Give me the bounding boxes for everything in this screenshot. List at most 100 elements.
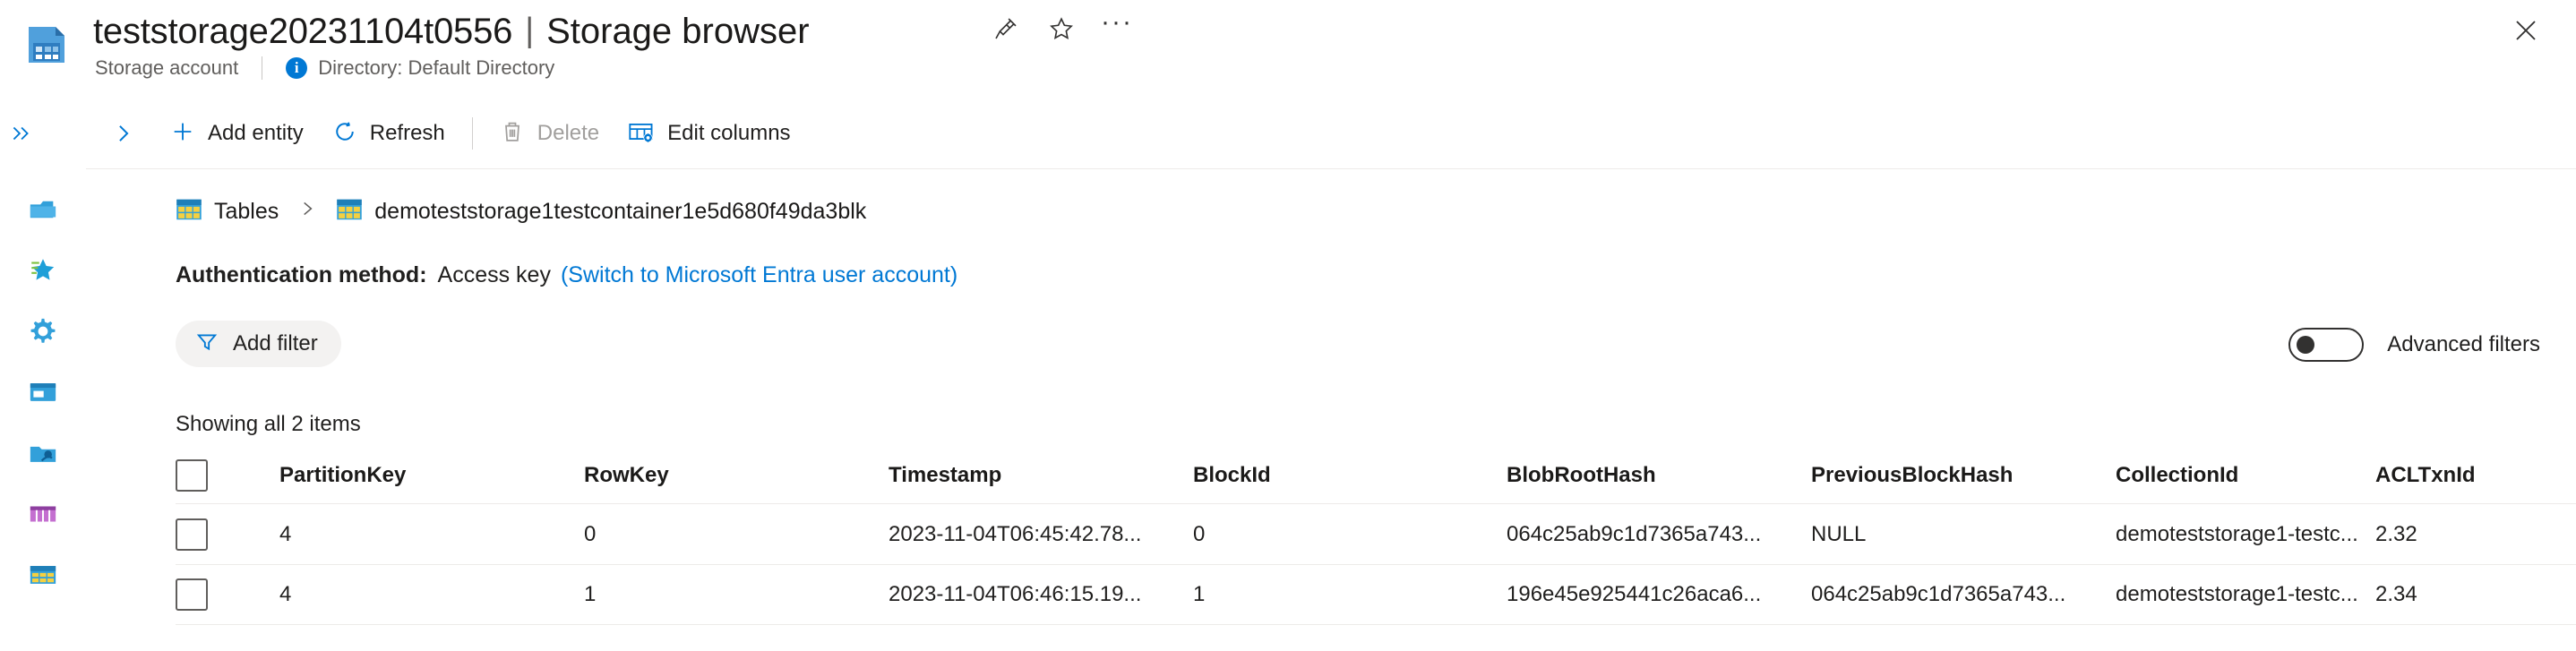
advanced-filters-toggle[interactable] [2288,328,2364,362]
breadcrumb: Tables demoteststorage1testco [176,195,866,227]
page-title-resource: teststorage20231104t0556 [93,12,512,52]
cell-collectionid: demoteststorage1-testc... [2116,582,2375,607]
column-header-collectionid[interactable]: CollectionId [2116,463,2375,488]
tables-icon [176,198,202,226]
add-entity-button[interactable]: Add entity [156,108,318,158]
favorites-star-icon [28,255,58,286]
select-all-cell [176,459,279,492]
cell-rowkey: 1 [584,582,889,607]
table-header-row: PartitionKey RowKey Timestamp BlockId Bl… [176,448,2576,503]
advanced-filters-control: Advanced filters [2288,328,2540,362]
more-options-button[interactable]: ··· [1101,13,1133,45]
rail-item-tables[interactable] [0,544,86,605]
left-rail [0,93,86,651]
delete-button[interactable]: Delete [485,108,614,158]
entities-table: PartitionKey RowKey Timestamp BlockId Bl… [176,448,2576,625]
cell-timestamp: 2023-11-04T06:46:15.19... [889,582,1193,607]
column-header-acltxnid[interactable]: ACLTxnId [2375,463,2537,488]
overview-icon [28,194,58,225]
page-title-separator: | [525,12,534,50]
delete-label: Delete [537,121,599,146]
breadcrumb-tables-label: Tables [214,199,279,225]
column-header-rowkey[interactable]: RowKey [584,463,889,488]
add-entity-label: Add entity [208,121,304,146]
cell-blockid: 1 [1193,582,1507,607]
trash-icon [500,119,525,149]
cell-acltxnid: 2.34 [2375,582,2537,607]
cell-acltxnid: 2.32 [2375,522,2537,547]
toggle-knob [2297,336,2314,354]
info-icon: i [286,57,307,79]
chevron-double-right-icon[interactable] [9,122,32,150]
title-actions: ··· [990,13,1133,45]
breadcrumb-item-tables[interactable]: Tables [176,198,279,226]
column-header-timestamp[interactable]: Timestamp [889,463,1193,488]
column-header-partitionkey[interactable]: PartitionKey [279,463,584,488]
settings-gear-icon [28,316,58,347]
cell-previousblockhash: NULL [1811,522,2116,547]
select-all-checkbox[interactable] [176,459,208,492]
authentication-method-label: Authentication method: [176,262,427,288]
column-header-blobroothash[interactable]: BlobRootHash [1507,463,1811,488]
results-count: Showing all 2 items [176,412,361,437]
table-row[interactable]: 4 1 2023-11-04T06:46:15.19... 1 196e45e9… [176,564,2576,625]
add-filter-label: Add filter [233,331,318,356]
page-title-blade: Storage browser [546,12,809,52]
column-header-blockid[interactable]: BlockId [1193,463,1507,488]
column-header-previousblockhash[interactable]: PreviousBlockHash [1811,463,2116,488]
table-row[interactable]: 4 0 2023-11-04T06:45:42.78... 0 064c25ab… [176,503,2576,564]
rail-icon-list [0,179,86,605]
cell-previousblockhash: 064c25ab9c1d7365a743... [1811,582,2116,607]
row-select-cell [176,518,279,551]
cell-partitionkey: 4 [279,522,584,547]
subtitle-row: Storage account i Directory: Default Dir… [95,56,554,81]
pin-icon[interactable] [990,13,1022,45]
blob-containers-icon [28,377,58,407]
toolbar-bottom-rule [86,168,2576,169]
cell-timestamp: 2023-11-04T06:45:42.78... [889,522,1193,547]
storage-browser-page: teststorage20231104t0556 | Storage brows… [0,0,2576,651]
page-title: teststorage20231104t0556 | Storage brows… [93,7,810,56]
breadcrumb-current-label: demoteststorage1testcontainer1e5d680f49d… [374,199,866,225]
edit-columns-button[interactable]: Edit columns [614,108,804,158]
rail-item-queues[interactable] [0,484,86,544]
cell-rowkey: 0 [584,522,889,547]
rail-item-overview[interactable] [0,179,86,240]
rail-item-blob-containers[interactable] [0,362,86,423]
row-checkbox[interactable] [176,578,208,611]
refresh-icon [332,119,357,149]
refresh-button[interactable]: Refresh [318,108,459,158]
cell-blobroothash: 196e45e925441c26aca6... [1507,582,1811,607]
add-filter-button[interactable]: Add filter [176,321,341,367]
authentication-method-value: Access key [438,262,551,288]
refresh-label: Refresh [370,121,445,146]
command-bar: Add entity Refresh Delete [86,100,2576,167]
rail-item-file-shares[interactable] [0,423,86,484]
cell-blockid: 0 [1193,522,1507,547]
cell-collectionid: demoteststorage1-testc... [2116,522,2375,547]
expand-panel-chevron-right-icon[interactable] [99,108,149,158]
edit-columns-label: Edit columns [667,121,790,146]
star-icon[interactable] [1045,13,1078,45]
cell-partitionkey: 4 [279,582,584,607]
cell-blobroothash: 064c25ab9c1d7365a743... [1507,522,1811,547]
directory-label: Directory: Default Directory [318,56,554,80]
storage-account-icon [23,20,73,70]
row-checkbox[interactable] [176,518,208,551]
resource-type-label: Storage account [95,56,238,80]
breadcrumb-separator-icon [298,199,316,224]
table-icon [336,198,363,226]
rail-item-settings[interactable] [0,301,86,362]
queues-icon [28,499,58,529]
authentication-method-row: Authentication method: Access key (Switc… [176,262,957,288]
advanced-filters-label: Advanced filters [2387,332,2540,357]
switch-auth-method-link[interactable]: (Switch to Microsoft Entra user account) [561,262,957,288]
close-icon[interactable] [2508,13,2544,48]
funnel-icon [195,330,219,358]
breadcrumb-item-current[interactable]: demoteststorage1testcontainer1e5d680f49d… [336,198,866,226]
row-select-cell [176,578,279,611]
title-bar: teststorage20231104t0556 | Storage brows… [0,0,2576,93]
rail-item-favorites[interactable] [0,240,86,301]
file-shares-icon [28,438,58,468]
edit-columns-icon [628,119,655,149]
